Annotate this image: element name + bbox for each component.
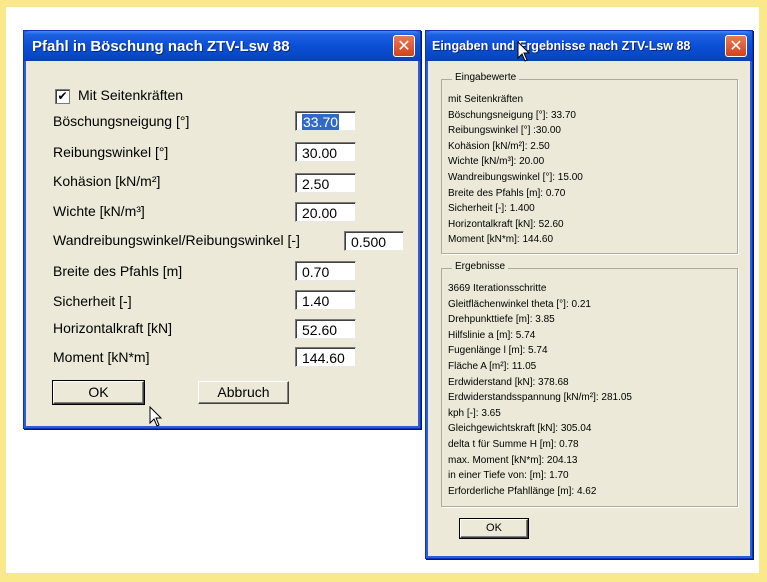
ergebnisse-list: 3669 Iterationsschritte Gleitflächenwinke… [448,281,632,499]
dialog-title: Pfahl in Böschung nach ZTV-Lsw 88 [32,38,290,55]
moment-value: 144.60 [302,350,345,366]
result-line: Wandreibungswinkel [°]: 15.00 [448,171,583,183]
result-line: Drehpunkttiefe [m]: 3.85 [448,314,555,326]
sicherheit-label: Sicherheit [-] [53,293,132,309]
results-close-icon[interactable]: ✕ [725,35,747,57]
horizontalkraft-label: Horizontalkraft [kN] [53,320,173,336]
moment-field[interactable]: 144.60 [295,347,356,367]
seitenkraefte-checkbox[interactable]: ✔ [55,89,70,104]
breite-label: Breite des Pfahls [m] [53,263,183,279]
reibungswinkel-field[interactable]: 30.00 [295,142,356,162]
title-bar[interactable]: Pfahl in Böschung nach ZTV-Lsw 88 ✕ [24,31,420,61]
wichte-value: 20.00 [302,205,338,221]
mouse-pointer-icon [517,41,531,62]
boeschungsneigung-value: 33.70 [302,114,340,130]
pfahl-dialog: Pfahl in Böschung nach ZTV-Lsw 88 ✕ ✔ Mi… [23,30,421,429]
result-line: Kohäsion [kN/m²]: 2.50 [448,140,550,152]
horizontalkraft-value: 52.60 [302,322,338,338]
ergebnisse-group: Ergebnisse 3669 Iterationsschritte Gleitf… [441,261,738,507]
boeschungsneigung-field[interactable]: 33.70 [295,111,356,131]
wichte-label: Wichte [kN/m³] [53,203,145,219]
results-ok-button[interactable]: OK [459,518,529,539]
result-line: Erdwiderstand [kN]: 378.68 [448,376,569,388]
kohaesion-value: 2.50 [302,176,330,192]
reibungswinkel-value: 30.00 [302,145,338,161]
result-line: Moment [kN*m]: 144.60 [448,234,554,246]
wandreibung-field[interactable]: 0.500 [344,231,404,251]
result-line: delta t für Summe H [m]: 0.78 [448,438,579,450]
result-line: Hilfslinie a [m]: 5.74 [448,329,536,341]
wandreibung-label: Wandreibungswinkel/Reibungswinkel [-] [53,232,300,248]
result-line: Fläche A [m²]: 11.05 [448,360,537,372]
moment-label: Moment [kN*m] [53,349,150,365]
result-line: mit Seitenkräften [448,94,524,105]
breite-field[interactable]: 0.70 [295,261,356,281]
eingabewerte-group-title: Eingabewerte [452,72,520,83]
mouse-pointer-icon [149,406,163,427]
boeschungsneigung-label: Böschungsneigung [°] [53,113,190,129]
result-line: Horizontalkraft [kN]: 52.60 [448,218,564,230]
result-line: Fugenlänge l [m]: 5.74 [448,345,548,357]
ok-button[interactable]: OK [52,380,145,405]
breite-value: 0.70 [302,264,330,280]
result-line: in einer Tiefe von: [m]: 1.70 [448,470,569,482]
result-line: Breite des Pfahls [m]: 0.70 [448,187,566,199]
kohaesion-field[interactable]: 2.50 [295,173,356,193]
result-line: Wichte [kN/m³]: 20.00 [448,156,545,168]
horizontalkraft-field[interactable]: 52.60 [295,319,356,339]
result-line: 3669 Iterationsschritte [448,283,547,294]
results-dialog-title: Eingaben und Ergebnisse nach ZTV-Lsw 88 [432,39,691,53]
results-dialog: Eingaben und Ergebnisse nach ZTV-Lsw 88 … [425,30,753,559]
result-line: Erdwiderstandsspannung [kN/m²]: 281.05 [448,392,632,404]
result-line: Gleichgewichtskraft [kN]: 305.04 [448,423,592,435]
result-line: Gleitflächenwinkel theta [°]: 0.21 [448,298,591,310]
eingabewerte-group: Eingabewerte mit Seitenkräften Böschungsn… [441,72,738,254]
result-line: kph [-]: 3.65 [448,407,501,419]
cancel-button[interactable]: Abbruch [198,381,289,404]
wandreibung-value: 0.500 [351,234,387,250]
reibungswinkel-label: Reibungswinkel [°] [53,144,169,160]
result-line: max. Moment [kN*m]: 204.13 [448,454,578,466]
eingabewerte-list: mit Seitenkräften Böschungsneigung [°]: 3… [448,92,583,248]
checkbox-label: Mit Seitenkräften [78,87,184,103]
sicherheit-value: 1.40 [302,293,330,309]
close-icon[interactable]: ✕ [393,35,415,57]
results-title-bar[interactable]: Eingaben und Ergebnisse nach ZTV-Lsw 88 … [426,31,752,61]
sicherheit-field[interactable]: 1.40 [295,290,356,310]
ergebnisse-group-title: Ergebnisse [452,261,509,272]
result-line: Reibungswinkel [°] :30.00 [448,125,561,137]
result-line: Sicherheit [-]: 1.400 [448,203,535,215]
kohaesion-label: Kohäsion [kN/m²] [53,173,161,189]
wichte-field[interactable]: 20.00 [295,202,356,222]
result-line: Böschungsneigung [°]: 33.70 [448,109,576,121]
result-line: Erforderliche Pfahllänge [m]: 4.62 [448,485,597,497]
